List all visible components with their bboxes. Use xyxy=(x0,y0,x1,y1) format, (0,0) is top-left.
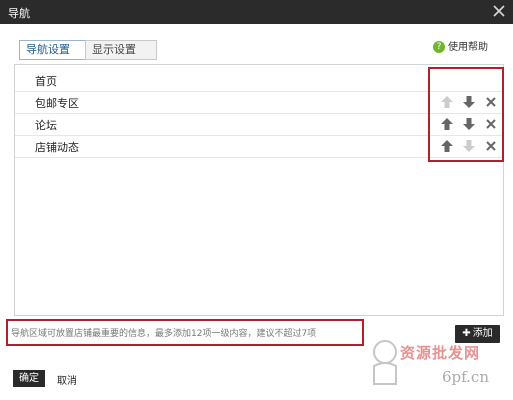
close-icon[interactable] xyxy=(491,3,507,19)
hint-text: 导航区域可放置店铺最重要的信息，最多添加12项一级内容，建议不超过7项 xyxy=(11,329,317,339)
nav-item-label: 论坛 xyxy=(35,119,57,132)
question-circle-icon: ? xyxy=(433,41,445,53)
tab-navigation-settings[interactable]: 导航设置 xyxy=(19,40,91,60)
help-link[interactable]: ? 使用帮助 xyxy=(433,41,488,55)
confirm-button[interactable]: 确定 xyxy=(13,370,45,387)
watermark: 资源批发网 6pf.cn xyxy=(366,330,511,396)
tab-display-settings[interactable]: 显示设置 xyxy=(85,40,157,60)
nav-item-label: 店铺动态 xyxy=(35,141,79,154)
dialog-titlebar: 导航 xyxy=(0,0,513,24)
cancel-link[interactable]: 取消 xyxy=(57,372,77,387)
nav-item-label: 首页 xyxy=(35,75,57,88)
dialog-title: 导航 xyxy=(8,7,30,20)
watermark-text: 资源批发网 xyxy=(400,344,481,362)
watermark-logo-icon xyxy=(373,340,397,385)
nav-item-label: 包邮专区 xyxy=(35,97,79,110)
watermark-url: 6pf.cn xyxy=(442,368,489,386)
help-label: 使用帮助 xyxy=(448,42,488,53)
annotation-highlight-actions xyxy=(428,67,504,162)
